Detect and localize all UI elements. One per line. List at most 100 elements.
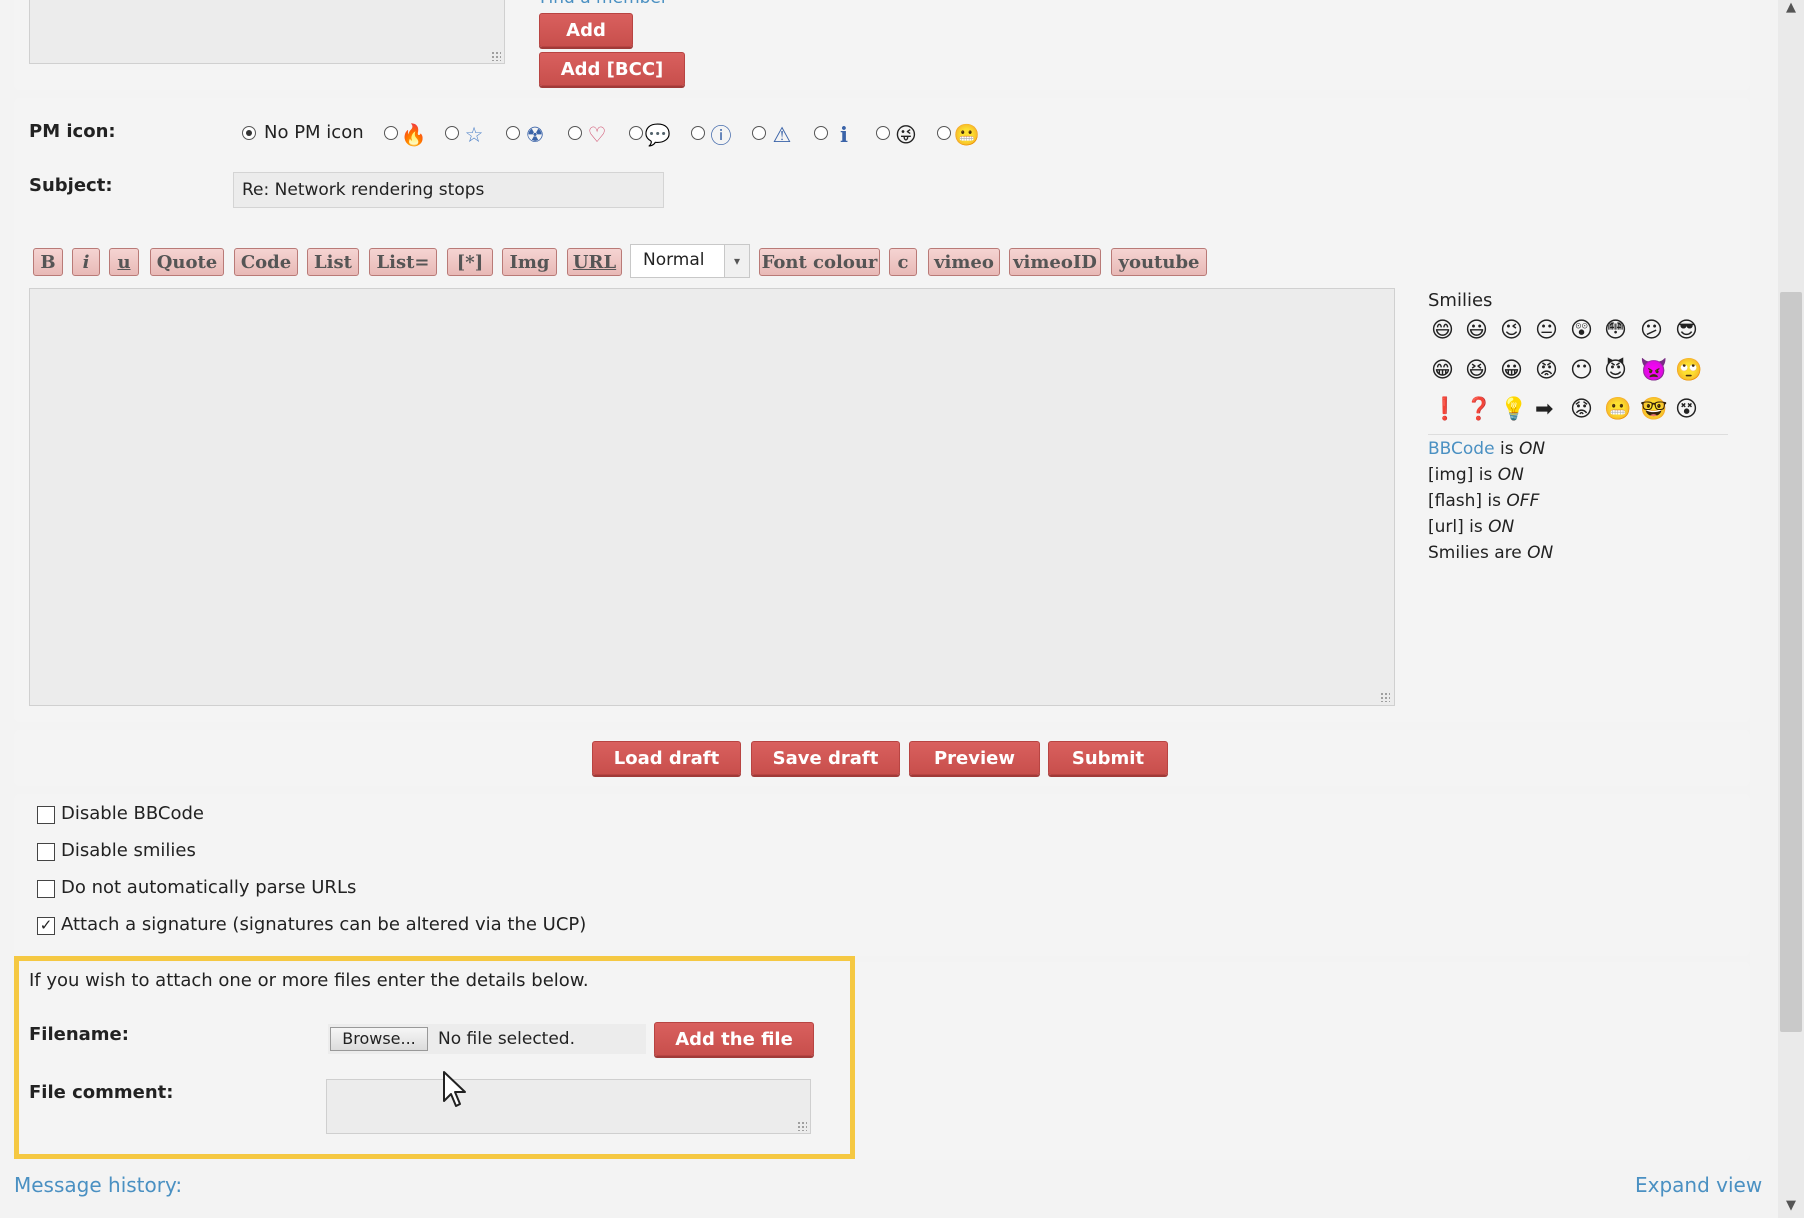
pm-icon-radio-info[interactable] <box>814 126 828 140</box>
attach-signature-label: Attach a signature (signatures can be al… <box>61 914 587 935</box>
pm-icon-radio-grin[interactable] <box>937 126 951 140</box>
pm-icon-none-label: No PM icon <box>264 122 364 143</box>
smiley-icon[interactable]: 🤓 <box>1640 398 1667 422</box>
quote-button[interactable]: Quote <box>150 248 224 276</box>
code-button[interactable]: Code <box>234 248 298 276</box>
smiley-icon[interactable]: 😀 <box>1500 359 1523 383</box>
check-icon: ✓ <box>39 916 53 934</box>
pm-icon-radio-fire[interactable] <box>384 126 398 140</box>
italic-button[interactable]: i <box>72 248 100 276</box>
font-colour-button[interactable]: Font colour <box>759 248 880 276</box>
file-comment-label: File comment: <box>29 1082 174 1103</box>
smiley-icon[interactable]: 😉 <box>1500 319 1523 343</box>
status-value: OFF <box>1506 491 1540 511</box>
pm-icon-radio-radioactive[interactable] <box>506 126 520 140</box>
smiley-icon[interactable]: 😈 <box>1604 359 1627 383</box>
disable-bbcode-checkbox[interactable] <box>37 806 55 824</box>
fire-icon: 🔥 <box>400 122 428 147</box>
smiley-icon[interactable]: 💡 <box>1500 398 1527 422</box>
recipients-textarea[interactable] <box>29 0 505 64</box>
message-textarea[interactable] <box>29 288 1395 706</box>
attach-signature-checkbox[interactable]: ✓ <box>37 917 55 935</box>
message-history-link[interactable]: Message history: <box>14 1173 182 1197</box>
scroll-up-icon[interactable]: ▲ <box>1778 0 1804 20</box>
smiley-icon[interactable]: ❓ <box>1465 398 1492 422</box>
smiley-icon[interactable]: 😳 <box>1604 319 1627 343</box>
star-icon: ☆ <box>464 123 484 147</box>
smiley-icon[interactable]: 😐 <box>1535 319 1558 343</box>
smiley-icon[interactable]: 😎 <box>1675 319 1698 343</box>
speech-bubble-icon: 💬 <box>644 122 672 147</box>
url-button[interactable]: URL <box>567 248 622 276</box>
bbcode-link[interactable]: BBCode <box>1428 439 1495 459</box>
smiley-icon[interactable]: 😬 <box>1604 398 1631 422</box>
font-size-select[interactable]: Normal ▾ <box>630 244 750 278</box>
pm-icon-radio-question[interactable] <box>691 126 705 140</box>
vimeoid-button[interactable]: vimeoID <box>1009 248 1101 276</box>
load-draft-button[interactable]: Load draft <box>592 741 741 775</box>
status-text: [flash] is <box>1428 491 1502 511</box>
file-comment-textarea[interactable] <box>326 1079 811 1134</box>
pm-icon-radio-warning[interactable] <box>752 126 766 140</box>
smiley-icon[interactable]: 😲 <box>1570 319 1593 343</box>
submit-button[interactable]: Submit <box>1048 741 1168 775</box>
find-member-link[interactable]: Find a member <box>540 0 668 8</box>
status-value: ON <box>1497 465 1524 485</box>
mouse-cursor-icon <box>443 1071 466 1107</box>
disable-smilies-checkbox[interactable] <box>37 843 55 861</box>
no-parse-urls-checkbox[interactable] <box>37 880 55 898</box>
pm-icon-radio-wink[interactable] <box>876 126 890 140</box>
smiley-icon[interactable]: 😃 <box>1465 319 1488 343</box>
smiley-icon[interactable]: 😵 <box>1675 398 1698 422</box>
list-numbered-button[interactable]: List= <box>369 248 437 276</box>
resize-grip[interactable] <box>797 1121 807 1131</box>
vimeo-button[interactable]: vimeo <box>928 248 1000 276</box>
no-parse-urls-label: Do not automatically parse URLs <box>61 877 357 898</box>
disable-bbcode-label: Disable BBCode <box>61 803 204 824</box>
c-button[interactable]: c <box>889 248 917 276</box>
status-url: [url] is ON <box>1428 517 1514 537</box>
status-smilies: Smilies are ON <box>1428 543 1553 563</box>
subject-input[interactable] <box>233 172 664 208</box>
add-bcc-button[interactable]: Add [BCC] <box>539 52 685 86</box>
no-file-text: No file selected. <box>438 1029 575 1049</box>
status-value: ON <box>1518 439 1546 459</box>
bold-button[interactable]: B <box>33 248 63 276</box>
pm-icon-radio-star[interactable] <box>445 126 459 140</box>
smiley-icon[interactable]: 😁 <box>1431 359 1454 383</box>
browse-button[interactable]: Browse... <box>330 1027 428 1051</box>
scroll-down-icon[interactable]: ▼ <box>1778 1198 1804 1218</box>
smiley-icon[interactable]: 😄 <box>1431 319 1454 343</box>
scrollbar[interactable]: ▲ ▼ <box>1778 0 1804 1218</box>
status-text: is <box>1499 439 1514 459</box>
youtube-button[interactable]: youtube <box>1111 248 1207 276</box>
smiley-icon[interactable]: ❗ <box>1431 398 1458 422</box>
smiley-icon[interactable]: 😶 <box>1570 359 1593 383</box>
smiley-icon[interactable]: ➡ <box>1535 398 1553 422</box>
scrollbar-thumb[interactable] <box>1780 292 1802 1032</box>
smiley-icon[interactable]: 👿 <box>1640 359 1667 383</box>
smiley-icon[interactable]: 😆 <box>1465 359 1488 383</box>
list-button[interactable]: List <box>307 248 359 276</box>
underline-button[interactable]: u <box>109 248 139 276</box>
preview-button[interactable]: Preview <box>909 741 1040 775</box>
save-draft-button[interactable]: Save draft <box>751 741 900 775</box>
smiley-icon[interactable]: 😕 <box>1640 319 1663 343</box>
add-button[interactable]: Add <box>539 13 633 47</box>
file-input[interactable]: Browse... No file selected. <box>328 1024 646 1054</box>
status-text: [url] is <box>1428 517 1483 537</box>
expand-view-link[interactable]: Expand view <box>1635 1173 1762 1197</box>
pm-icon-radio-heart[interactable] <box>568 126 582 140</box>
resize-grip[interactable] <box>1380 692 1390 702</box>
resize-grip[interactable] <box>491 51 501 61</box>
add-file-button[interactable]: Add the file <box>654 1022 814 1056</box>
status-img: [img] is ON <box>1428 465 1524 485</box>
pm-icon-none-radio[interactable] <box>242 126 256 140</box>
smiley-icon[interactable]: 😟 <box>1570 398 1593 422</box>
img-button[interactable]: Img <box>502 248 557 276</box>
list-item-button[interactable]: [*] <box>447 248 493 276</box>
smiley-icon[interactable]: 😡 <box>1535 359 1558 383</box>
warning-icon: ⚠ <box>772 123 792 147</box>
smiley-icon[interactable]: 🙄 <box>1675 359 1702 383</box>
pm-icon-radio-speech[interactable] <box>629 126 643 140</box>
